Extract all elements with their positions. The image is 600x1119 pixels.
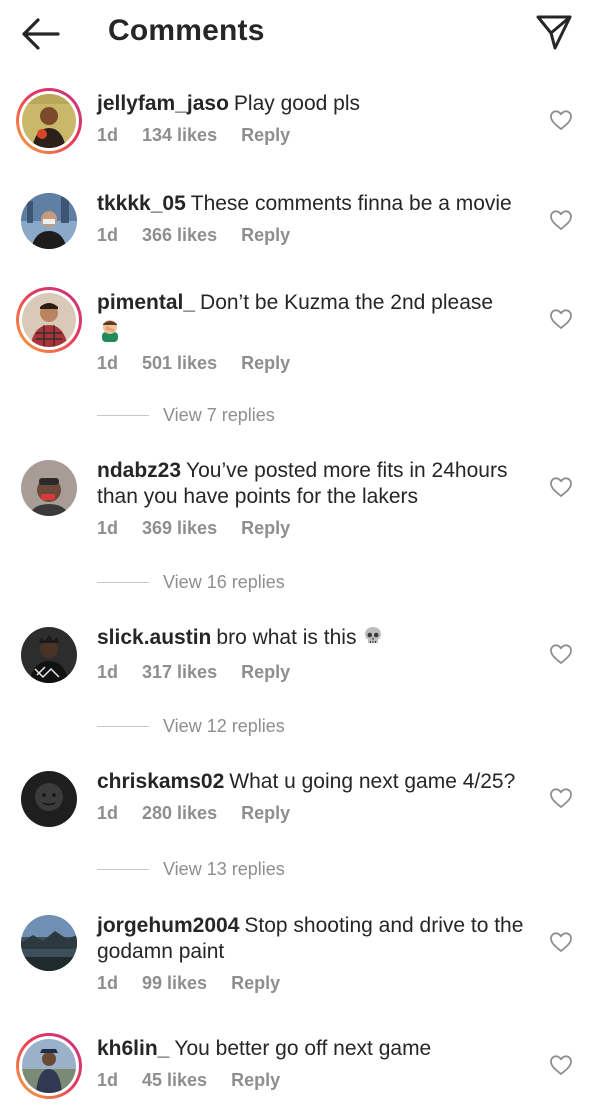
divider-line [97, 414, 149, 416]
divider-line [97, 725, 149, 727]
comment-meta: 1d 280 likes Reply [97, 803, 535, 825]
comment-body: These comments finna be a movie [190, 192, 512, 215]
comment-text: kh6lin_ You better go off next game [97, 1036, 535, 1062]
comment-body: Play good pls [233, 92, 360, 115]
view-replies-label: View 7 replies [163, 404, 275, 425]
share-button[interactable] [534, 12, 574, 52]
divider-line [97, 868, 149, 870]
reply-button[interactable]: Reply [231, 1070, 280, 1090]
avatar[interactable] [16, 910, 82, 976]
comment-text: pimental_ Don’t be Kuzma the 2nd please [97, 290, 535, 316]
view-replies-label: View 16 replies [163, 571, 285, 592]
comment-body: Don’t be Kuzma the 2nd please [200, 291, 494, 314]
comment-text: slick.austin bro what is this [97, 625, 535, 654]
back-button[interactable] [18, 14, 62, 54]
view-replies-button[interactable]: View 12 replies [97, 715, 285, 737]
comment-time: 1d [97, 225, 119, 245]
comment-meta: 1d 369 likes Reply [97, 518, 535, 540]
view-replies-label: View 12 replies [163, 715, 285, 736]
reply-button[interactable]: Reply [241, 225, 290, 245]
comment-likes[interactable]: 134 likes [142, 125, 217, 145]
comment-body: bro what is this [216, 626, 357, 649]
comment-time: 1d [97, 973, 119, 993]
comment-meta: 1d 45 likes Reply [97, 1070, 535, 1092]
comment-username[interactable]: jellyfam_jaso [97, 92, 229, 115]
comment-time: 1d [97, 518, 119, 538]
heart-icon[interactable] [549, 643, 573, 665]
reply-button[interactable]: Reply [241, 125, 290, 145]
comment-username[interactable]: ndabz23 [97, 459, 181, 482]
avatar[interactable] [16, 188, 82, 254]
heart-icon[interactable] [549, 931, 573, 953]
comment-text: chriskams02 What u going next game 4/25? [97, 769, 535, 795]
comment-body: What u going next game 4/25? [229, 770, 516, 793]
avatar[interactable] [16, 455, 82, 521]
arrow-left-icon [22, 18, 60, 50]
comment-likes[interactable]: 317 likes [142, 662, 217, 682]
comment-likes[interactable]: 45 likes [142, 1070, 207, 1090]
comment-text: ndabz23 You’ve posted more fits in 24hour… [97, 458, 535, 510]
heart-icon[interactable] [549, 308, 573, 330]
comment-username[interactable]: chriskams02 [97, 770, 224, 793]
paper-plane-icon [536, 15, 572, 50]
comment-meta: 1d 99 likes Reply [97, 973, 535, 995]
reply-button[interactable]: Reply [231, 973, 280, 993]
comment-likes[interactable]: 99 likes [142, 973, 207, 993]
heart-icon[interactable] [549, 476, 573, 498]
comment-likes[interactable]: 501 likes [142, 353, 217, 373]
avatar[interactable] [16, 766, 82, 832]
skull-emoji [362, 625, 384, 654]
comment-time: 1d [97, 353, 119, 373]
comment-text: tkkkk_05 These comments finna be a movie [97, 191, 535, 217]
comment-username[interactable]: kh6lin_ [97, 1037, 169, 1060]
comment-time: 1d [97, 662, 119, 682]
comment-meta: 1d 501 likes Reply [97, 353, 535, 375]
heart-icon[interactable] [549, 109, 573, 131]
comment-username[interactable]: jorgehum2004 [97, 914, 239, 937]
comment-likes[interactable]: 280 likes [142, 803, 217, 823]
comment-meta: 1d 134 likes Reply [97, 125, 535, 147]
reply-button[interactable]: Reply [241, 803, 290, 823]
comment-body: You better go off next game [174, 1037, 432, 1060]
page-title: Comments [108, 14, 265, 47]
comment-time: 1d [97, 125, 119, 145]
view-replies-label: View 13 replies [163, 858, 285, 879]
comment-text: jorgehum2004 Stop shooting and drive to t… [97, 913, 535, 965]
avatar[interactable] [16, 622, 82, 688]
comment-likes[interactable]: 366 likes [142, 225, 217, 245]
comment-time: 1d [97, 1070, 119, 1090]
comment-username[interactable]: pimental_ [97, 291, 195, 314]
view-replies-button[interactable]: View 13 replies [97, 858, 285, 880]
comment-text: jellyfam_jaso Play good pls [97, 91, 535, 117]
view-replies-button[interactable]: View 7 replies [97, 404, 275, 426]
header: Comments [0, 0, 600, 68]
comment-time: 1d [97, 803, 119, 823]
reply-button[interactable]: Reply [241, 353, 290, 373]
heart-icon[interactable] [549, 1054, 573, 1076]
facepalm-emoji [97, 318, 123, 347]
comment-meta: 1d 366 likes Reply [97, 225, 535, 247]
view-replies-button[interactable]: View 16 replies [97, 571, 285, 593]
avatar[interactable] [16, 287, 82, 353]
comment-meta: 1d 317 likes Reply [97, 662, 535, 684]
heart-icon[interactable] [549, 787, 573, 809]
divider-line [97, 581, 149, 583]
heart-icon[interactable] [549, 209, 573, 231]
comment-likes[interactable]: 369 likes [142, 518, 217, 538]
comment-username[interactable]: tkkkk_05 [97, 192, 186, 215]
reply-button[interactable]: Reply [241, 518, 290, 538]
reply-button[interactable]: Reply [241, 662, 290, 682]
avatar[interactable] [16, 1033, 82, 1099]
avatar[interactable] [16, 88, 82, 154]
comment-username[interactable]: slick.austin [97, 626, 211, 649]
